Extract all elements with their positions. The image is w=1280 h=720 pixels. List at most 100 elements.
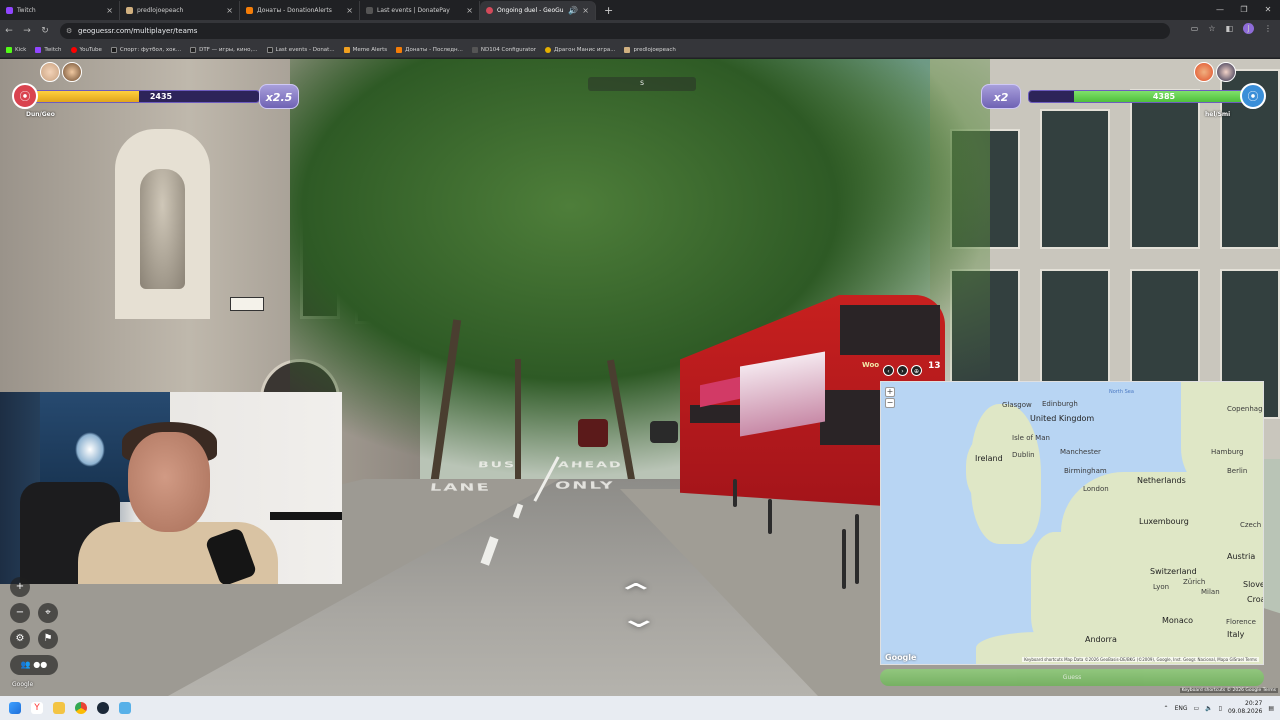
map-google-logo: Google <box>885 653 917 662</box>
browser-tab-donatepay[interactable]: Last events | DonatePay × <box>360 1 480 20</box>
chevron-up-icon[interactable]: ⌃ <box>1164 705 1169 712</box>
bollard <box>855 514 859 584</box>
bookmarks-bar: Kick Twitch YouTube Спорт: футбол, хок..… <box>0 42 1280 58</box>
minimize-icon[interactable]: — <box>1208 0 1232 20</box>
taskbar-notepad[interactable] <box>114 697 136 719</box>
bookmark-item[interactable]: ND104 Configurator <box>471 46 536 53</box>
team-chat-button[interactable]: 👥 ●● <box>10 655 58 675</box>
street-view-attribution[interactable]: Keyboard shortcuts © 2026 Google Terms <box>1179 688 1278 693</box>
taskbar-yandex[interactable]: Y <box>26 697 48 719</box>
bollard <box>768 499 772 534</box>
map-label: Copenhagen <box>1227 405 1263 413</box>
volume-icon[interactable]: 🔈 <box>1205 705 1212 712</box>
tool-row: ⚙ ⚑ <box>10 629 58 649</box>
bookmark-item[interactable]: predlojoepeach <box>624 46 676 53</box>
twitch-icon <box>35 46 42 53</box>
zoom-out-button[interactable]: − <box>10 603 30 623</box>
bookmark-item[interactable]: YouTube <box>70 46 102 53</box>
notification-icon[interactable]: ▤ <box>1268 705 1274 712</box>
map-label: Berlin <box>1227 467 1248 475</box>
bookmark-item[interactable]: Драгон Манис игра... <box>545 46 615 53</box>
bookmark-item[interactable]: Meme Alerts <box>343 46 387 53</box>
bus-route-number: 13 <box>928 361 941 371</box>
menu-icon[interactable]: ⋮ <box>1264 24 1272 33</box>
start-button[interactable] <box>4 697 26 719</box>
bollard <box>842 529 846 589</box>
bookmark-item[interactable]: Донаты - Последн... <box>396 46 463 53</box>
bookmark-item[interactable]: Спорт: футбол, хок... <box>110 46 182 53</box>
bus-destination: Woo <box>862 361 880 369</box>
close-tab-icon[interactable]: × <box>226 6 233 15</box>
right-team-multiplier: x2 <box>981 84 1021 109</box>
flag-button[interactable]: ⚑ <box>38 629 58 649</box>
taskbar-steam[interactable] <box>92 697 114 719</box>
right-team-score: 4385 <box>1152 92 1176 101</box>
street-view[interactable]: BUS AHEAD LANE ONLY Woo 13 2435 ⦿ Dun/Ge… <box>0 59 1280 696</box>
browser-tab-predlojoepeach[interactable]: predlojoepeach × <box>120 1 240 20</box>
audio-icon[interactable]: 🔊 <box>568 6 578 15</box>
bookmark-label: Спорт: футбол, хок... <box>119 46 182 53</box>
map-zoom-in-button[interactable]: + <box>885 387 895 397</box>
statue <box>140 169 185 289</box>
close-tab-icon[interactable]: × <box>466 6 473 15</box>
close-tab-icon[interactable]: × <box>582 6 589 15</box>
cast-icon[interactable]: ▭ <box>1191 24 1199 33</box>
address-bar[interactable]: ⚙ geoguessr.com/multiplayer/teams <box>60 23 1170 39</box>
reload-icon[interactable]: ↻ <box>36 26 54 36</box>
tab-label: predlojoepeach <box>137 7 184 14</box>
close-tab-icon[interactable]: × <box>106 6 113 15</box>
twitch-favicon-icon <box>6 7 13 14</box>
battery-icon[interactable]: ▯ <box>1219 705 1222 712</box>
map-label: Birmingham <box>1064 467 1107 475</box>
move-back-arrow-icon[interactable]: ⌄ <box>617 604 661 634</box>
lane-text: ONLY <box>554 479 616 492</box>
lane-text: AHEAD <box>557 460 624 470</box>
back-icon[interactable]: ← <box>0 26 18 36</box>
return-to-start-button[interactable]: ⌖ <box>38 603 58 623</box>
bookmark-item[interactable]: Kick <box>6 46 26 53</box>
folder-icon <box>53 702 65 714</box>
language-indicator[interactable]: ENG <box>1175 705 1188 712</box>
site-info-icon[interactable]: ⚙ <box>66 23 72 39</box>
avatar[interactable] <box>1194 62 1214 82</box>
map-attribution[interactable]: Keyboard shortcuts Map Data ©2026 GeoBas… <box>1022 657 1259 662</box>
bookmark-label: Twitch <box>44 46 62 53</box>
settings-button[interactable]: ⚙ <box>10 629 30 649</box>
tool-row: 👥 ●● <box>10 655 58 675</box>
network-icon[interactable]: ▭ <box>1194 705 1200 712</box>
bookmark-item[interactable]: Last events - Donat... <box>266 46 335 53</box>
map-label: Glasgow <box>1002 401 1032 409</box>
profile-avatar[interactable]: J <box>1243 23 1254 34</box>
taskbar-chrome[interactable] <box>70 697 92 719</box>
browser-tab-twitch[interactable]: Twitch × <box>0 1 120 20</box>
avatar[interactable] <box>62 62 82 82</box>
bookmark-star-icon[interactable]: ☆ <box>1208 24 1215 33</box>
donationalerts-favicon-icon <box>246 7 253 14</box>
shrink-map-icon[interactable]: ‹ <box>883 365 894 376</box>
close-window-icon[interactable]: ✕ <box>1256 0 1280 20</box>
taskbar-explorer[interactable] <box>48 697 70 719</box>
restore-icon[interactable]: ❐ <box>1232 0 1256 20</box>
yandex-icon: Y <box>31 702 43 714</box>
guess-button[interactable]: Guess <box>880 669 1264 686</box>
browser-tab-donationalerts[interactable]: Донаты - DonationAlerts × <box>240 1 360 20</box>
streamer-webcam <box>0 392 342 584</box>
map-zoom-out-button[interactable]: − <box>885 398 895 408</box>
pin-map-icon[interactable]: ⊕ <box>911 365 922 376</box>
browser-tab-geoguessr[interactable]: Ongoing duel - GeoGuessr 🔊 × <box>480 1 596 20</box>
zoom-in-button[interactable]: + <box>10 577 30 597</box>
avatar[interactable] <box>40 62 60 82</box>
car <box>578 419 608 447</box>
expand-map-icon[interactable]: › <box>897 365 908 376</box>
extensions-icon[interactable]: ◧ <box>1225 24 1233 33</box>
guess-map[interactable]: + − North Sea Glasgow Edinburgh United K… <box>880 381 1264 665</box>
clock[interactable]: 20:27 09.08.2026 <box>1228 700 1262 716</box>
google-logo: Google <box>12 681 34 688</box>
close-tab-icon[interactable]: × <box>346 6 353 15</box>
building-window <box>1130 89 1200 249</box>
new-tab-button[interactable]: + <box>596 1 621 20</box>
bookmark-item[interactable]: Twitch <box>35 46 62 53</box>
forward-icon[interactable]: → <box>18 26 36 36</box>
bookmark-item[interactable]: DTF — игры, кино,... <box>190 46 258 53</box>
avatar[interactable] <box>1216 62 1236 82</box>
